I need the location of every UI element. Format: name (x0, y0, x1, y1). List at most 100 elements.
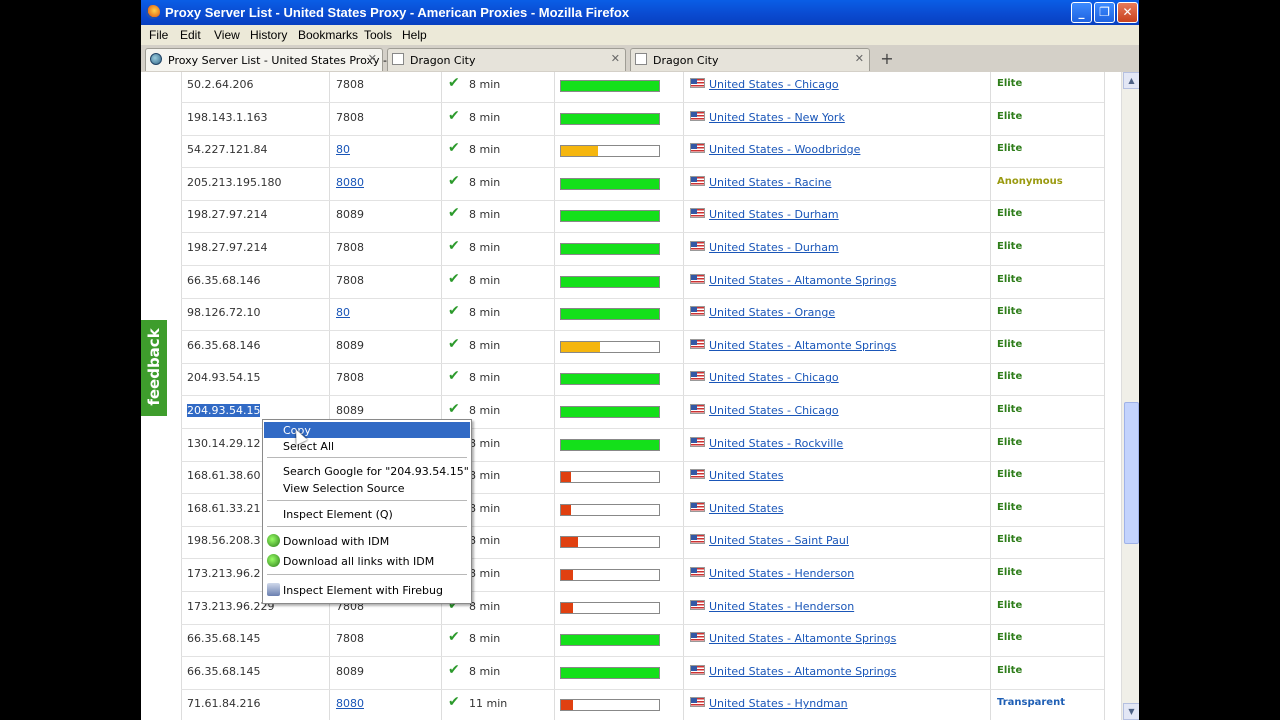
port[interactable]: 8080 (336, 176, 364, 189)
location-link[interactable]: United States - Altamonte Springs (709, 339, 896, 352)
context-download-all-idm[interactable]: Download all links with IDM (264, 553, 470, 569)
ip-address[interactable]: 168.61.33.21 (187, 502, 260, 515)
anonymity-level: Transparent (997, 697, 1065, 709)
us-flag-icon (690, 371, 705, 382)
table-row: 71.61.84.216 8080 ✔ 11 min United States - H… (181, 689, 1104, 720)
scroll-down-icon[interactable]: ▼ (1123, 703, 1139, 720)
location-link[interactable]: United States - Chicago (709, 371, 839, 384)
last-checked: 8 min (469, 338, 501, 352)
speed-bar-fill (561, 504, 571, 515)
location-link[interactable]: United States - Altamonte Springs (709, 274, 896, 287)
location-link[interactable]: United States - Durham (709, 208, 839, 221)
close-tab-icon[interactable]: ✕ (611, 52, 620, 65)
tab-dragon-city[interactable]: Dragon City ✕ (387, 48, 626, 71)
ip-address[interactable]: 71.61.84.216 (187, 697, 260, 710)
tab-dragon-city-2[interactable]: Dragon City ✕ (630, 48, 870, 71)
context-inspect-firebug[interactable]: Inspect Element with Firebug (264, 582, 470, 598)
menu-file[interactable]: File (149, 28, 168, 42)
title-bar: Proxy Server List - United States Proxy … (141, 0, 1139, 25)
close-tab-icon[interactable]: ✕ (368, 52, 377, 65)
menu-history[interactable]: History (250, 28, 287, 42)
location-link[interactable]: United States - Durham (709, 241, 839, 254)
menu-item-label: Inspect Element with Firebug (283, 584, 443, 597)
ip-address[interactable]: 204.93.54.15 (187, 371, 260, 384)
location-link[interactable]: United States - Orange (709, 306, 835, 319)
ip-address[interactable]: 198.27.97.214 (187, 208, 267, 221)
ip-address[interactable]: 54.227.121.84 (187, 143, 267, 156)
speed-bar (560, 536, 660, 549)
port[interactable]: 80 (336, 143, 350, 156)
tab-proxy-list[interactable]: Proxy Server List - United States Proxy … (145, 48, 401, 71)
page-icon (635, 53, 647, 65)
close-tab-icon[interactable]: ✕ (855, 52, 864, 65)
ip-address[interactable]: 173.213.96.2 (187, 567, 260, 580)
ip-address[interactable]: 198.56.208.3 (187, 534, 260, 547)
speed-bar-fill (561, 635, 659, 646)
ip-address[interactable]: 205.213.195.180 (187, 176, 281, 189)
scrollbar-thumb[interactable] (1124, 402, 1139, 544)
port: 8089 (336, 404, 364, 417)
ip-address[interactable]: 98.126.72.10 (187, 306, 260, 319)
ip-address[interactable]: 50.2.64.206 (187, 78, 253, 91)
ip-address[interactable]: 198.27.97.214 (187, 241, 267, 254)
scroll-up-icon[interactable]: ▲ (1123, 72, 1139, 89)
anonymity-level: Elite (997, 241, 1023, 252)
speed-bar (560, 406, 660, 418)
ip-address[interactable]: 66.35.68.145 (187, 665, 260, 678)
location-link[interactable]: United States - Chicago (709, 78, 839, 91)
port[interactable]: 8080 (336, 697, 364, 710)
ip-address[interactable]: 198.143.1.163 (187, 111, 267, 124)
context-download-idm[interactable]: Download with IDM (264, 533, 470, 549)
checkmark-icon: ✔ (448, 303, 460, 320)
location-link[interactable]: United States - Chicago (709, 404, 839, 417)
location-link[interactable]: United States - Henderson (709, 600, 854, 613)
menu-help[interactable]: Help (402, 28, 427, 42)
location-link[interactable]: United States - New York (709, 111, 845, 124)
table-row: 198.27.97.214 8089 ✔ 8 min United States - D… (181, 200, 1104, 234)
location-link[interactable]: United States - Hyndman (709, 697, 848, 710)
location-link[interactable]: United States - Altamonte Springs (709, 632, 896, 645)
location-link[interactable]: United States - Woodbridge (709, 143, 860, 156)
port: 8089 (336, 338, 364, 352)
port: 7808 (336, 371, 364, 385)
context-view-selection-source[interactable]: View Selection Source (264, 480, 470, 496)
last-checked: 8 min (469, 110, 501, 124)
ip-address[interactable]: 66.35.68.146 (187, 274, 260, 287)
ip-address[interactable]: 66.35.68.145 (187, 632, 260, 645)
location-link[interactable]: United States (709, 469, 784, 482)
context-menu: Copy Select All Search Google for "204.9… (262, 419, 472, 604)
last-checked: 8 min (469, 534, 501, 548)
feedback-tab[interactable]: feedback (141, 320, 167, 416)
us-flag-icon (690, 338, 705, 349)
location-link[interactable]: United States - Henderson (709, 567, 854, 580)
ip-address[interactable]: 204.93.54.15 (187, 404, 261, 417)
context-inspect-element[interactable]: Inspect Element (Q) (264, 506, 470, 522)
speed-bar-fill (561, 407, 659, 417)
ip-address[interactable]: 66.35.68.146 (187, 339, 260, 352)
vertical-scrollbar[interactable]: ▲ ▼ (1121, 72, 1139, 720)
location-link[interactable]: United States - Altamonte Springs (709, 665, 896, 678)
location-link[interactable]: United States (709, 502, 784, 515)
us-flag-icon (690, 273, 705, 284)
menu-bookmarks[interactable]: Bookmarks (298, 28, 358, 42)
minimize-button[interactable]: _ (1071, 2, 1092, 23)
table-row: 66.35.68.145 7808 ✔ 8 min United States - Al… (181, 624, 1104, 658)
ip-address[interactable]: 130.14.29.12 (187, 437, 260, 450)
new-tab-button[interactable]: + (875, 49, 899, 70)
port[interactable]: 80 (336, 306, 350, 319)
anonymity-level: Elite (997, 306, 1023, 318)
ip-address[interactable]: 168.61.38.60 (187, 469, 260, 482)
menu-tools[interactable]: Tools (364, 28, 392, 42)
us-flag-icon (690, 110, 705, 121)
last-checked: 8 min (469, 78, 501, 91)
menu-item-label: Select All (283, 440, 335, 453)
context-search-google[interactable]: Search Google for "204.93.54.15" (264, 463, 470, 479)
menu-edit[interactable]: Edit (180, 28, 201, 42)
location-link[interactable]: United States - Racine (709, 176, 831, 189)
location-link[interactable]: United States - Rockville (709, 437, 843, 450)
location-link[interactable]: United States - Saint Paul (709, 534, 849, 547)
close-button[interactable]: ✕ (1117, 2, 1138, 23)
speed-bar-fill (561, 667, 659, 678)
maximize-button[interactable]: ❐ (1094, 2, 1115, 23)
menu-view[interactable]: View (214, 28, 240, 42)
